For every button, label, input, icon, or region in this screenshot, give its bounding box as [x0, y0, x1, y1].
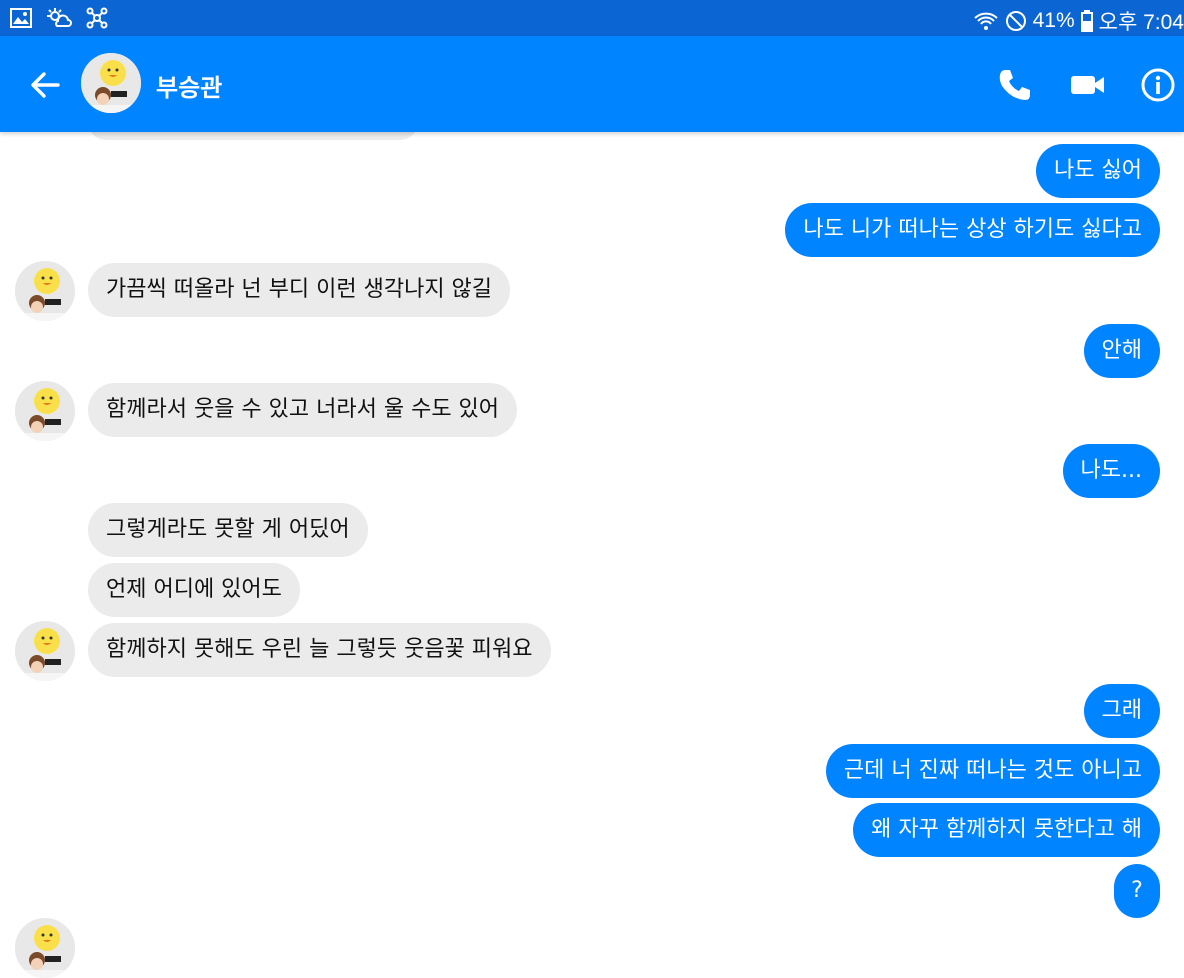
weather-icon	[47, 8, 72, 27]
sender-avatar-partial	[15, 918, 75, 978]
wifi-icon	[973, 12, 998, 30]
avatar-image	[15, 381, 75, 441]
battery-icon	[1080, 10, 1093, 32]
message-bubble-incoming[interactable]: 언제 어디에 있어도	[88, 563, 300, 617]
message-bubble-outgoing[interactable]: 나도...	[1062, 444, 1160, 498]
message-bubble-outgoing[interactable]: 나도 싫어	[1036, 144, 1160, 198]
conversation-header: 부승관	[0, 36, 1184, 132]
message-bubble-outgoing[interactable]: ?	[1114, 864, 1160, 918]
do-not-disturb-icon	[1005, 11, 1026, 31]
message-bubble-outgoing[interactable]: 나도 니가 떠나는 상상 하기도 싫다고	[785, 203, 1160, 257]
avatar-image	[15, 621, 75, 681]
message-bubble-outgoing[interactable]: 안해	[1083, 324, 1160, 378]
clock: 오후 7:04	[1098, 11, 1184, 34]
message-bubble-incoming[interactable]: 함께라서 웃을 수 있고 너라서 울 수도 있어	[88, 383, 518, 437]
avatar[interactable]	[81, 53, 141, 113]
message-bubble-incoming[interactable]: 가끔씩 떠올라 넌 부디 이런 생각나지 않길	[88, 263, 511, 317]
message-bubble-incoming[interactable]: 그렇게라도 못할 게 어딨어	[88, 503, 368, 557]
contact-name[interactable]: 부승관	[156, 68, 222, 103]
sender-avatar[interactable]	[15, 621, 75, 681]
sender-avatar[interactable]	[15, 381, 75, 441]
avatar-image	[81, 53, 141, 113]
avatar-image	[15, 261, 75, 321]
message-bubble-incoming[interactable]: 함께하지 못해도 우린 늘 그렇듯 웃음꽃 피워요	[88, 623, 551, 677]
message-bubble-outgoing[interactable]: 그래	[1083, 684, 1160, 738]
network-icon	[86, 7, 108, 29]
back-arrow-icon[interactable]	[28, 68, 62, 102]
video-call-icon[interactable]	[1069, 66, 1107, 104]
info-icon[interactable]	[1139, 66, 1177, 104]
status-right: 41% 오후 7:04	[973, 6, 1184, 36]
avatar-image	[15, 918, 75, 978]
battery-percent: 41%	[1032, 9, 1075, 32]
status-left-icons	[10, 7, 108, 29]
status-bar: 41% 오후 7:04	[0, 0, 1184, 36]
phone-icon[interactable]	[996, 66, 1034, 104]
sender-avatar[interactable]	[15, 261, 75, 321]
image-icon	[10, 8, 32, 28]
message-bubble-outgoing[interactable]: 왜 자꾸 함께하지 못한다고 해	[853, 803, 1160, 857]
message-bubble-outgoing[interactable]: 근데 너 진짜 떠나는 것도 아니고	[825, 744, 1160, 798]
